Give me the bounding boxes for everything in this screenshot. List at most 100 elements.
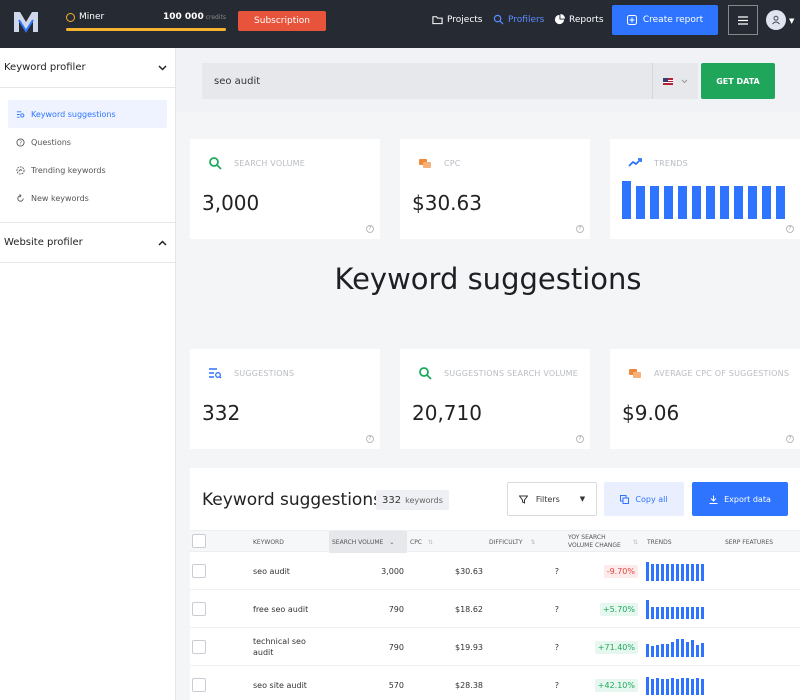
col-yoy-change[interactable]: YOY SEARCH VOLUME CHANGE bbox=[568, 531, 621, 553]
folder-icon bbox=[432, 16, 443, 25]
avatar[interactable] bbox=[766, 10, 786, 30]
row-checkbox[interactable] bbox=[192, 564, 206, 578]
help-icon[interactable]: ? bbox=[366, 435, 374, 443]
trend-bar bbox=[666, 679, 669, 695]
menu-button[interactable] bbox=[728, 5, 758, 35]
sort-desc-icon: ⌄ bbox=[389, 538, 395, 546]
row-checkbox[interactable] bbox=[192, 678, 206, 692]
sidebar-item-trending-keywords[interactable]: Trending keywords bbox=[8, 156, 167, 184]
subscription-button[interactable]: Subscription bbox=[238, 11, 326, 31]
table-row: technical seo audit 790 $19.93 ? +71.40% bbox=[190, 628, 800, 666]
question-icon: ? bbox=[16, 137, 25, 147]
help-icon[interactable]: ? bbox=[576, 225, 584, 233]
top-bar: Miner 100 000 credits Subscription Projec… bbox=[0, 0, 800, 48]
keyword-profiler-header[interactable]: Keyword profiler bbox=[0, 48, 175, 88]
export-data-button[interactable]: Export data bbox=[692, 482, 788, 516]
yoy-change-cell: +5.70% bbox=[568, 590, 638, 628]
row-checkbox[interactable] bbox=[192, 602, 206, 616]
table-row: seo audit 3,000 $30.63 ? -9.70% bbox=[190, 552, 800, 590]
cpc-cell: $28.38 bbox=[455, 680, 483, 690]
help-icon[interactable]: ? bbox=[786, 435, 794, 443]
get-data-button[interactable]: GET DATA bbox=[701, 63, 775, 99]
trend-sparkline bbox=[646, 675, 704, 695]
copy-all-button[interactable]: Copy all bbox=[604, 482, 684, 516]
trend-bar bbox=[651, 607, 654, 619]
us-flag-icon bbox=[663, 77, 673, 85]
trending-icon bbox=[16, 165, 25, 175]
trend-bar bbox=[671, 564, 674, 581]
keyword-cell[interactable]: seo audit bbox=[253, 552, 323, 590]
stat-label: SUGGESTIONS SEARCH VOLUME bbox=[444, 369, 579, 378]
col-difficulty[interactable]: DIFFICULTY ⇅ bbox=[489, 531, 536, 553]
col-cpc[interactable]: CPC ⇅ bbox=[410, 531, 433, 553]
search-icon bbox=[209, 157, 222, 170]
sidebar-item-keyword-suggestions[interactable]: Keyword suggestions bbox=[8, 100, 167, 128]
plan-info: Miner 100 000 credits bbox=[66, 10, 226, 31]
keyword-cell[interactable]: free seo audit bbox=[253, 590, 323, 628]
select-all-checkbox[interactable] bbox=[192, 534, 206, 548]
credits-count: 100 000 credits bbox=[163, 12, 226, 22]
col-keyword[interactable]: KEYWORD bbox=[253, 531, 284, 553]
trend-bar bbox=[706, 185, 715, 219]
plus-square-icon bbox=[626, 15, 637, 25]
trend-bar bbox=[692, 185, 701, 219]
stat-card-suggestions-volume: SUGGESTIONS SEARCH VOLUME 20,710 ? bbox=[400, 349, 590, 449]
refresh-icon bbox=[17, 193, 24, 202]
trend-bar bbox=[666, 564, 669, 581]
app-logo[interactable] bbox=[12, 8, 40, 36]
website-profiler-header[interactable]: Website profiler bbox=[0, 223, 175, 263]
page-title: Keyword suggestions bbox=[334, 262, 642, 296]
chevron-up-icon bbox=[158, 239, 167, 246]
keyword-cell[interactable]: seo site audit bbox=[253, 666, 323, 700]
trend-bar bbox=[696, 607, 699, 619]
table-row: seo site audit 570 $28.38 ? +42.10% bbox=[190, 666, 800, 700]
trend-bar bbox=[701, 643, 704, 657]
trend-bar bbox=[701, 607, 704, 619]
help-icon[interactable]: ? bbox=[366, 225, 374, 233]
trend-bar bbox=[661, 679, 664, 695]
chevron-down-icon bbox=[158, 64, 167, 71]
keyword-cell[interactable]: technical seo audit bbox=[253, 628, 323, 666]
nav-reports[interactable]: Reports bbox=[554, 14, 604, 25]
volume-cell: 790 bbox=[388, 642, 404, 652]
sidebar-item-new-keywords[interactable]: New keywords bbox=[8, 184, 167, 212]
trend-bar bbox=[651, 646, 654, 657]
trend-up-icon bbox=[628, 158, 642, 167]
location-select[interactable] bbox=[652, 63, 698, 99]
table-title: Keyword suggestions bbox=[202, 490, 382, 510]
list-search-icon bbox=[209, 368, 222, 379]
stat-card-suggestions: SUGGESTIONS 332 ? bbox=[190, 349, 380, 449]
trend-bar bbox=[681, 607, 684, 619]
sidebar-item-questions[interactable]: ? Questions bbox=[8, 128, 167, 156]
filters-button[interactable]: Filters ▼ bbox=[507, 482, 597, 516]
create-report-button[interactable]: Create report bbox=[612, 5, 718, 35]
help-icon[interactable]: ? bbox=[576, 435, 584, 443]
nav-projects[interactable]: Projects bbox=[432, 14, 482, 25]
sidebar: Keyword profiler Keyword suggestions ? Q… bbox=[0, 48, 176, 700]
cpc-cell: $30.63 bbox=[455, 566, 483, 576]
stat-card-search-volume: SEARCH VOLUME 3,000 ? bbox=[190, 139, 380, 239]
col-search-volume[interactable]: SEARCH VOLUME ⌄ bbox=[329, 531, 407, 553]
trend-bar bbox=[671, 678, 674, 695]
difficulty-cell: ? bbox=[554, 566, 559, 576]
keyword-search-input[interactable] bbox=[202, 75, 642, 87]
chevron-down-icon[interactable]: ▼ bbox=[789, 17, 794, 25]
download-icon bbox=[709, 495, 718, 504]
help-icon[interactable]: ? bbox=[786, 225, 794, 233]
trend-bar bbox=[646, 677, 649, 695]
trend-bar bbox=[636, 185, 645, 219]
trend-bar bbox=[691, 564, 694, 581]
search-icon bbox=[419, 367, 432, 380]
trend-bar bbox=[622, 181, 631, 219]
trend-bar bbox=[661, 607, 664, 619]
trend-bar bbox=[676, 607, 679, 619]
stat-card-trends: TRENDS ? bbox=[610, 139, 800, 239]
row-checkbox[interactable] bbox=[192, 640, 206, 654]
nav-profilers[interactable]: Profilers bbox=[493, 14, 544, 25]
pie-chart-icon bbox=[554, 14, 565, 25]
trend-bar bbox=[661, 564, 664, 581]
change-badge: +5.70% bbox=[599, 602, 638, 616]
sort-icon[interactable]: ⇅ bbox=[633, 531, 638, 553]
caret-down-icon: ▼ bbox=[579, 495, 586, 503]
trend-bar bbox=[686, 607, 689, 619]
